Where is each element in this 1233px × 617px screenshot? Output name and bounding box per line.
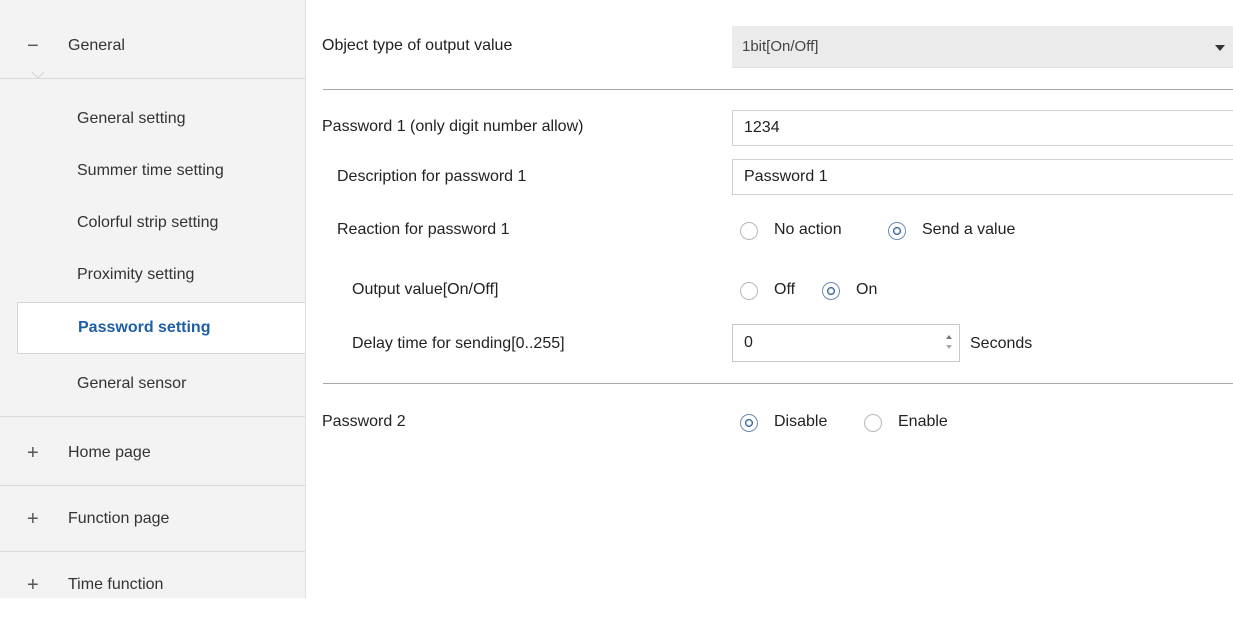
radio-send-a-value[interactable]: [888, 222, 906, 240]
sidebar-item-label: Summer time setting: [77, 162, 224, 179]
sidebar-item-general-sensor[interactable]: General sensor: [0, 356, 305, 417]
radio-send-a-value-label[interactable]: Send a value: [922, 221, 1015, 239]
delay-unit: Seconds: [970, 335, 1033, 352]
radio-off-label[interactable]: Off: [774, 281, 795, 299]
radio-on[interactable]: [822, 282, 840, 300]
spin-up-icon[interactable]: [946, 335, 952, 339]
object-type-label: Object type of output value: [322, 37, 513, 54]
tree-notch-icon: [32, 72, 44, 79]
radio-disable[interactable]: [740, 414, 758, 432]
expand-icon[interactable]: +: [27, 487, 39, 551]
output-value-label: Output value[On/Off]: [352, 281, 499, 298]
collapse-icon[interactable]: −: [27, 14, 39, 78]
parameter-panel: Object type of output value 1bit[On/Off]…: [305, 0, 1233, 598]
expand-icon[interactable]: +: [27, 421, 39, 485]
section-time-function-label: Time function: [68, 576, 164, 593]
delay-label: Delay time for sending[0..255]: [352, 335, 565, 352]
divider: [323, 89, 1233, 90]
section-home-page-label: Home page: [68, 444, 151, 461]
sidebar: − General General setting Summer time se…: [0, 0, 306, 598]
sidebar-item-label: General setting: [77, 110, 186, 127]
description1-value: Password 1: [744, 168, 828, 185]
dropdown-arrow-icon[interactable]: [1215, 45, 1225, 51]
radio-enable[interactable]: [864, 414, 882, 432]
section-function-page[interactable]: + Function page: [0, 487, 305, 552]
radio-on-label[interactable]: On: [856, 281, 877, 299]
password1-label: Password 1 (only digit number allow): [322, 118, 584, 135]
sidebar-item-colorful-strip-setting[interactable]: Colorful strip setting: [0, 197, 305, 249]
radio-no-action[interactable]: [740, 222, 758, 240]
delay-spinbox[interactable]: 0: [732, 324, 960, 362]
section-general-label: General: [68, 37, 125, 54]
section-general[interactable]: − General: [0, 14, 305, 79]
radio-enable-label[interactable]: Enable: [898, 413, 948, 431]
section-function-page-label: Function page: [68, 510, 170, 527]
object-type-dropdown[interactable]: 1bit[On/Off]: [732, 26, 1233, 68]
sidebar-item-label: Colorful strip setting: [77, 214, 219, 231]
divider: [323, 383, 1233, 384]
spin-down-icon[interactable]: [946, 345, 952, 349]
section-home-page[interactable]: + Home page: [0, 421, 305, 486]
sidebar-item-password-setting[interactable]: Password setting: [17, 302, 305, 354]
sidebar-item-label: General sensor: [77, 375, 187, 392]
sidebar-item-proximity-setting[interactable]: Proximity setting: [0, 249, 305, 301]
radio-no-action-label[interactable]: No action: [774, 221, 842, 239]
description1-input[interactable]: Password 1: [732, 159, 1233, 195]
object-type-value: 1bit[On/Off]: [742, 38, 819, 55]
description1-label: Description for password 1: [337, 168, 527, 185]
section-time-function[interactable]: + Time function: [0, 553, 305, 617]
password1-value: 1234: [744, 119, 780, 136]
sidebar-item-label: Proximity setting: [77, 266, 195, 283]
expand-icon[interactable]: +: [27, 553, 39, 617]
sidebar-item-summer-time-setting[interactable]: Summer time setting: [0, 145, 305, 197]
password1-input[interactable]: 1234: [732, 110, 1233, 146]
sidebar-item-general-setting[interactable]: General setting: [0, 93, 305, 145]
reaction1-label: Reaction for password 1: [337, 221, 510, 238]
sidebar-item-label: Password setting: [78, 319, 211, 336]
radio-off[interactable]: [740, 282, 758, 300]
password2-label: Password 2: [322, 413, 406, 430]
radio-disable-label[interactable]: Disable: [774, 413, 827, 431]
delay-value: 0: [744, 334, 753, 351]
